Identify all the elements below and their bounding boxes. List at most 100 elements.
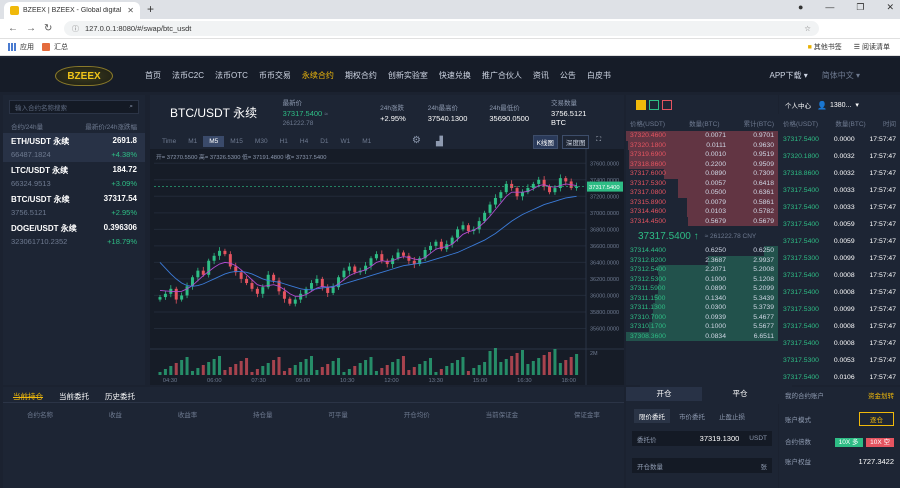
nav-item[interactable]: 白皮书 [587, 70, 611, 81]
market-search-input[interactable]: 输入合约名称搜索 ⌕ [9, 100, 139, 114]
market-row[interactable]: BTC/USDT 永续 37317.54 3756.5121 +2.95% [3, 191, 145, 220]
nav-item[interactable]: 公告 [560, 70, 576, 81]
quantity-input[interactable]: 开仓数量 张 [632, 458, 772, 473]
transfer-link[interactable]: 资金划转 [868, 390, 894, 400]
interval-button[interactable]: Time [156, 136, 182, 147]
url-input[interactable]: ⓘ 127.0.0.1:8080/#/swap/btc_usdt ☆ [64, 21, 819, 36]
ask-row[interactable]: 37318.8600 0.2200 0.9509 [626, 159, 778, 169]
interval-button[interactable]: H1 [274, 136, 294, 147]
nav-item[interactable]: 资讯 [533, 70, 549, 81]
nav-item[interactable]: 首页 [145, 70, 161, 81]
nav-item[interactable]: 永续合约 [302, 70, 334, 81]
nav-item[interactable]: 期权合约 [345, 70, 377, 81]
tab-order-history[interactable]: 历史委托 [105, 391, 135, 401]
column-header: 合约名称 [27, 412, 53, 419]
user-center-link[interactable]: 个人中心 [785, 100, 811, 110]
bookmark-star-icon[interactable]: ☆ [804, 24, 811, 33]
ticker-last: 最新价 37317.5400 ≈ 261222.78 [282, 100, 328, 127]
app-download-link[interactable]: APP下载 ▾ [769, 70, 807, 81]
ask-row[interactable]: 37314.4600 0.0103 0.5782 [626, 207, 778, 217]
kline-tab[interactable]: K线图 [532, 135, 558, 149]
nav-item[interactable]: 推广合伙人 [482, 70, 522, 81]
bid-row[interactable]: 37308.3600 0.0834 6.6511 [626, 331, 778, 341]
nav-item[interactable]: 法币C2C [172, 70, 204, 81]
ticker-volume: 交易数量 3756.5121 BTC [551, 100, 587, 127]
volume-bar [477, 365, 481, 375]
account-mode-button[interactable]: 逐仓 [859, 412, 894, 426]
interval-button[interactable]: H4 [294, 136, 314, 147]
ask-row[interactable]: 37315.8900 0.0079 0.5861 [626, 197, 778, 207]
interval-button[interactable]: D1 [314, 136, 334, 147]
minimize-icon[interactable]: — [825, 2, 834, 13]
indicators-icon[interactable]: ▟ [436, 136, 443, 147]
ask-row[interactable]: 37317.6000 0.0890 0.7309 [626, 169, 778, 179]
fullscreen-icon[interactable]: ⛶ [593, 135, 604, 149]
info-icon[interactable]: ⓘ [72, 24, 79, 34]
kline-chart[interactable]: 37600.0000 37400.0000 37200.0000 37000.0000… [150, 149, 624, 385]
close-window-icon[interactable]: ✕ [886, 2, 894, 13]
bid-row[interactable]: 37314.4400 0.6250 0.6250 [626, 246, 778, 256]
bid-row[interactable]: 37311.1300 0.0300 5.3739 [626, 303, 778, 313]
nav-item[interactable]: 法币OTC [215, 70, 248, 81]
bookmark-apps[interactable]: 应用 [8, 42, 34, 52]
interval-button[interactable]: M30 [249, 136, 274, 147]
bookmark-summary[interactable]: 汇总 [42, 42, 68, 52]
interval-button[interactable]: M1 [182, 136, 203, 147]
limit-order-tab[interactable]: 限价委托 [634, 409, 670, 423]
tpsl-tab[interactable]: 止盈止损 [714, 409, 750, 423]
nav-item[interactable]: 币币交易 [259, 70, 291, 81]
depth-tab[interactable]: 深度图 [561, 135, 590, 149]
interval-button[interactable]: M5 [203, 135, 225, 147]
reading-list[interactable]: ☰ 阅读清单 [854, 42, 890, 52]
forward-icon[interactable]: → [26, 23, 36, 34]
candle-body [434, 241, 438, 246]
bid-row[interactable]: 37311.5900 0.0890 5.2099 [626, 284, 778, 294]
browser-tab[interactable]: BZEEX | BZEEX - Global digital ✕ [4, 2, 140, 19]
logo[interactable]: BZEEX [55, 66, 113, 86]
book-bids-icon[interactable] [649, 100, 659, 110]
tab-close[interactable]: 平仓 [702, 387, 778, 401]
market-row[interactable]: ETH/USDT 永续 2691.8 66487.1824 +4.38% [3, 133, 145, 162]
interval-button[interactable]: M15 [224, 136, 249, 147]
price-input[interactable]: 委托价 37319.1300 USDT [632, 431, 772, 446]
book-both-icon[interactable] [636, 100, 646, 110]
search-icon[interactable]: ⌕ [129, 103, 133, 111]
tab-positions[interactable]: 当前持仓 [13, 391, 43, 401]
ask-row[interactable]: 37317.5300 0.0057 0.6418 [626, 178, 778, 188]
ask-row[interactable]: 37317.0800 0.0500 0.6361 [626, 188, 778, 198]
nav-item[interactable]: 创新实验室 [388, 70, 428, 81]
reload-icon[interactable]: ↻ [44, 23, 54, 34]
bid-row[interactable]: 37312.5400 2.2071 5.2008 [626, 265, 778, 275]
candle-body [369, 258, 373, 266]
tab-open-orders[interactable]: 当前委托 [59, 391, 89, 401]
ask-row[interactable]: 37320.4600 0.0071 0.9701 [626, 131, 778, 141]
record-icon[interactable]: ● [798, 2, 803, 13]
market-order-tab[interactable]: 市价委托 [674, 409, 710, 423]
user-menu[interactable]: 个人中心 👤 1380... ▾ [779, 95, 900, 115]
bid-row[interactable]: 37310.1700 0.1000 5.5677 [626, 322, 778, 332]
ask-row[interactable]: 37319.6900 0.0010 0.9519 [626, 150, 778, 160]
bid-row[interactable]: 37312.5300 0.1000 5.1208 [626, 274, 778, 284]
tab-open[interactable]: 开仓 [626, 387, 702, 401]
settings-gear-icon[interactable]: ⚙ [412, 135, 421, 146]
bid-row[interactable]: 37310.7000 0.0939 5.4677 [626, 312, 778, 322]
restore-icon[interactable]: ❐ [856, 2, 864, 13]
other-bookmarks[interactable]: ■ 其他书签 [808, 42, 842, 52]
language-select[interactable]: 简体中文 ▾ [822, 70, 860, 81]
ask-row[interactable]: 37320.1800 0.0111 0.9630 [626, 140, 778, 150]
book-asks-icon[interactable] [662, 100, 672, 110]
short-leverage-button[interactable]: 10X 空 [866, 438, 894, 447]
ask-row[interactable]: 37314.4500 0.5679 0.5679 [626, 216, 778, 226]
interval-button[interactable]: W1 [335, 136, 357, 147]
market-row[interactable]: DOGE/USDT 永续 0.396306 323061710.2352 +18.7… [3, 220, 145, 249]
bid-row[interactable]: 37312.8200 2.3687 2.9937 [626, 255, 778, 265]
back-icon[interactable]: ← [8, 23, 18, 34]
volume-bar [429, 358, 433, 375]
interval-button[interactable]: M1 [356, 136, 377, 147]
nav-item[interactable]: 快速兑换 [439, 70, 471, 81]
close-tab-icon[interactable]: ✕ [127, 6, 134, 15]
long-leverage-button[interactable]: 10X 多 [834, 438, 863, 447]
bid-row[interactable]: 37311.1500 0.1340 5.3439 [626, 293, 778, 303]
new-tab-icon[interactable]: + [147, 2, 154, 16]
market-row[interactable]: LTC/USDT 永续 184.72 66324.9513 +3.09% [3, 162, 145, 191]
